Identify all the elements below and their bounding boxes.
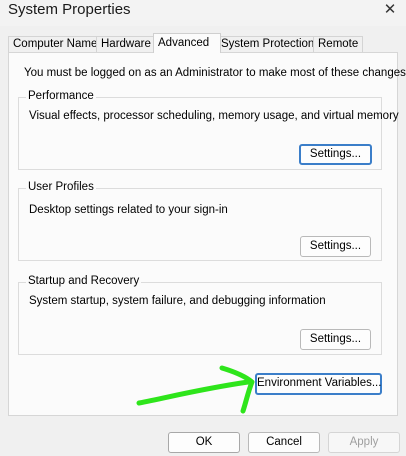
tab-advanced[interactable]: Advanced [153,33,221,53]
annotation-arrow-icon [136,365,255,414]
annotation-arrow-shaft [136,379,251,406]
annotation-arrow-head [219,365,255,414]
